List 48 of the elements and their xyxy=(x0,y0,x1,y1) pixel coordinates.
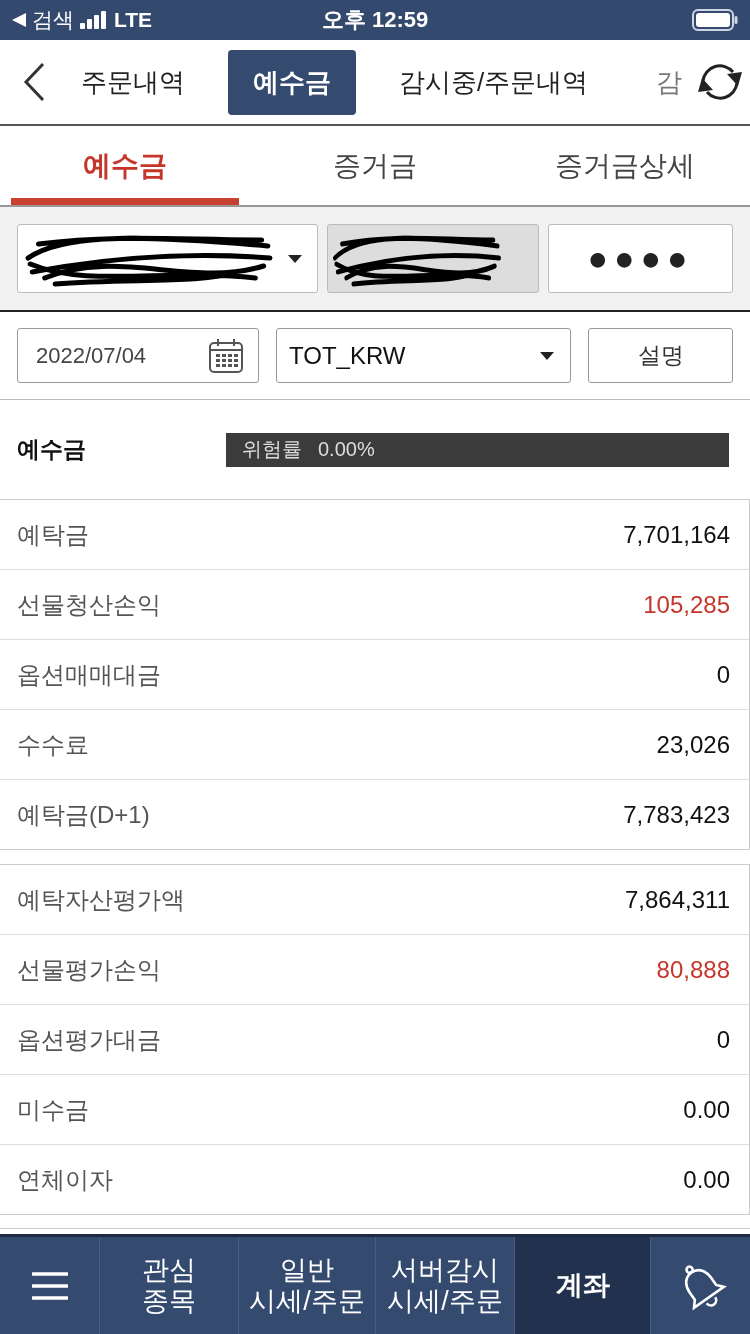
row-label: 옵션매매대금 xyxy=(17,659,161,690)
row-value: 0.00 xyxy=(683,1165,730,1194)
nav-tab[interactable]: 계좌 xyxy=(514,1237,650,1334)
menu-tab[interactable]: 감시중/주문내역 xyxy=(374,49,614,115)
password-field[interactable]: ●●●● xyxy=(548,224,733,293)
row-label: 예탁자산평가액 xyxy=(17,884,185,915)
menu-icon xyxy=(31,1270,68,1301)
signal-icon xyxy=(80,11,106,29)
row-value: 0 xyxy=(716,1025,730,1054)
dropdown-caret-icon xyxy=(540,351,554,360)
row-value: 0.00 xyxy=(683,1095,730,1124)
row-value: 7,783,423 xyxy=(623,800,730,829)
menu-tab[interactable]: 예수금 xyxy=(228,49,356,115)
row-label: 선물평가손익 xyxy=(17,954,161,985)
back-app-label[interactable]: 검색 xyxy=(32,6,74,34)
account-select-field[interactable] xyxy=(17,224,318,293)
currency-select[interactable]: TOT_KRW xyxy=(276,328,571,383)
menu-tab[interactable]: 감 xyxy=(631,49,690,115)
risk-rate-value: 0.00% xyxy=(318,438,375,461)
row-label: 연체이자 xyxy=(17,1164,113,1195)
section-title: 예수금 xyxy=(17,435,87,464)
row-label: 수수료 xyxy=(17,729,89,760)
nav-tab[interactable]: 관심 종목 xyxy=(99,1237,238,1334)
clock-time: 오후 12:59 xyxy=(321,6,429,34)
sub-tab[interactable]: 증거금 xyxy=(261,126,489,205)
nav-tab[interactable]: 일반 시세/주문 xyxy=(238,1237,375,1334)
back-chevron-icon xyxy=(23,62,45,102)
battery-icon xyxy=(692,9,738,31)
sub-tab[interactable]: 증거금상세 xyxy=(511,126,739,205)
network-label: LTE xyxy=(114,8,153,32)
calendar-icon xyxy=(208,337,244,374)
help-button[interactable]: 설명 xyxy=(588,328,733,383)
row-label: 예탁금(D+1) xyxy=(17,799,150,830)
row-value: 80,888 xyxy=(656,955,730,984)
row-value: 0 xyxy=(716,660,730,689)
risk-rate-label: 위험률 xyxy=(242,437,302,462)
back-triangle-icon xyxy=(12,13,26,27)
date-field[interactable]: 2022/07/04 xyxy=(17,328,259,383)
dropdown-caret-icon xyxy=(288,254,302,263)
row-value: 7,701,164 xyxy=(623,520,730,549)
row-label: 옵션평가대금 xyxy=(17,1024,161,1055)
row-label: 미수금 xyxy=(17,1094,89,1125)
row-label: 선물청산손익 xyxy=(17,589,161,620)
row-value: 7,864,311 xyxy=(625,885,730,914)
row-value: 105,285 xyxy=(643,590,730,619)
row-label: 예탁금 xyxy=(17,519,89,550)
menu-tab[interactable]: 주문내역 xyxy=(56,49,210,115)
row-value: 23,026 xyxy=(656,730,730,759)
